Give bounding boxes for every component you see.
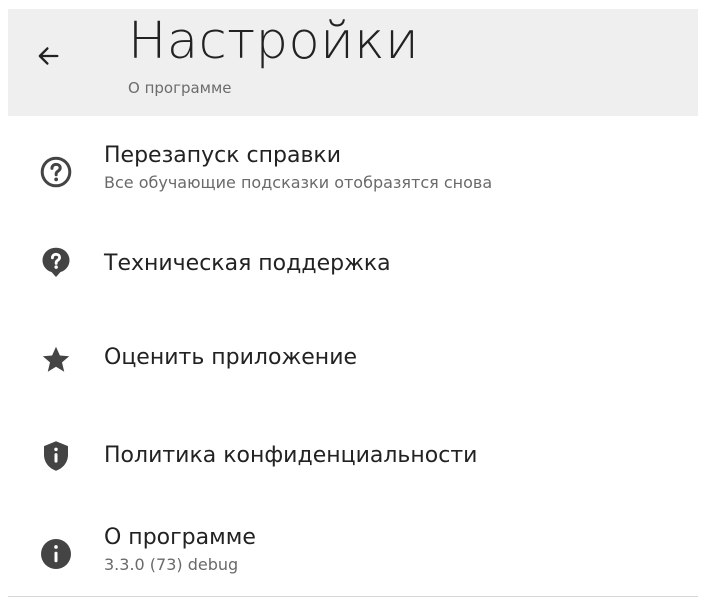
page-title: Настройки xyxy=(128,12,420,71)
shield-alert-icon xyxy=(36,436,76,476)
menu-item-title: О программе xyxy=(104,525,256,550)
menu-item-rate-app[interactable]: Оценить приложение xyxy=(0,328,702,388)
menu-item-restart-help[interactable]: Перезапуск справки Все обучающие подсказ… xyxy=(0,138,702,200)
arrow-left-icon xyxy=(34,42,62,74)
menu-item-subtitle: 3.3.0 (73) debug xyxy=(104,555,239,574)
help-bubble-icon xyxy=(36,242,76,282)
settings-screen: Настройки О программе Перезапуск справки… xyxy=(0,0,702,600)
back-button[interactable] xyxy=(30,40,66,76)
menu-item-subtitle: Все обучающие подсказки отобразятся снов… xyxy=(104,173,493,192)
menu-item-title: Техническая поддержка xyxy=(104,251,391,276)
menu-item-privacy-policy[interactable]: Политика конфиденциальности xyxy=(0,426,702,488)
help-circle-outline-icon xyxy=(36,152,76,192)
menu-item-title: Политика конфиденциальности xyxy=(104,443,478,468)
page-subtitle: О программе xyxy=(128,79,232,97)
star-icon xyxy=(36,340,76,380)
menu-item-tech-support[interactable]: Техническая поддержка xyxy=(0,232,702,292)
menu-item-about[interactable]: О программе 3.3.0 (73) debug xyxy=(0,522,702,584)
menu-item-title: Оценить приложение xyxy=(104,345,358,370)
menu-item-title: Перезапуск справки xyxy=(104,143,342,168)
divider xyxy=(8,596,698,597)
info-circle-icon xyxy=(36,534,76,574)
